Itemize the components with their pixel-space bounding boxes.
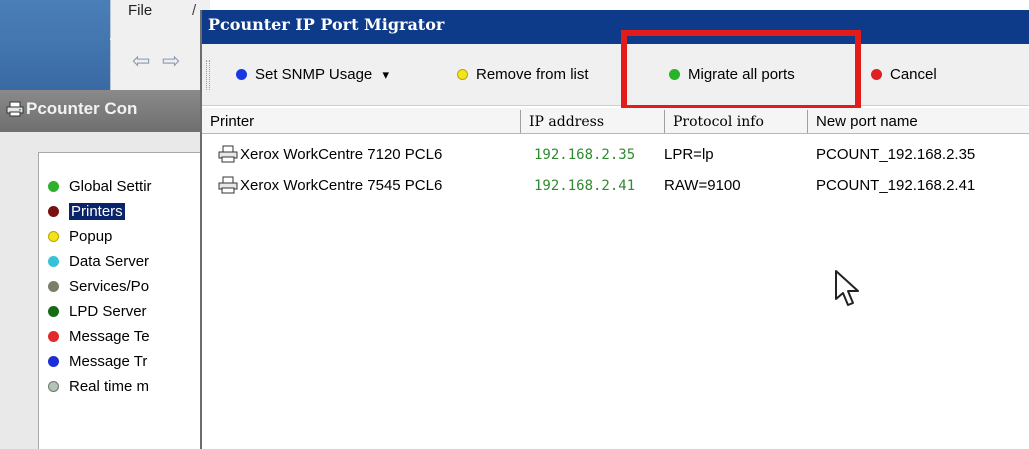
console-nav-label: Data Server [69,253,150,270]
console-nav-label: Global Settir [69,178,152,195]
remove-from-list-button[interactable]: Remove from list [457,60,616,90]
console-nav-label: Message Tr [69,353,148,370]
mouse-cursor-icon [835,270,859,306]
console-nav-item[interactable]: Real time m [48,376,149,398]
blue-dot-icon [236,69,247,80]
yellow-dot-icon [457,69,468,80]
status-dot-icon [48,231,59,242]
menu-file[interactable]: File [128,2,152,19]
dialog-title: Pcounter IP Port Migrator [208,15,445,34]
remove-label: Remove from list [476,66,589,83]
status-dot-icon [48,356,59,367]
ip-address: 192.168.2.35 [534,147,636,163]
console-nav-item[interactable]: Services/Po [48,276,149,298]
printer-icon [218,176,238,194]
status-dot-icon [48,206,59,217]
console-nav-item[interactable]: Message Te [48,326,150,348]
console-nav-label: Message Te [69,328,150,345]
ip-address: 192.168.2.41 [534,178,636,194]
console-nav-item[interactable]: Data Server [48,251,149,273]
protocol-info: RAW=9100 [664,177,741,194]
back-arrow-icon[interactable]: ⇦ [132,50,158,74]
console-nav-label: LPD Server [69,303,147,320]
status-dot-icon [48,381,59,392]
column-header-printer[interactable]: Printer [202,110,520,134]
column-header-ip[interactable]: IP address [521,110,664,134]
table-row[interactable]: Xerox WorkCentre 7120 PCL6 192.168.2.35 … [202,142,1029,168]
console-nav-label: Popup [69,228,113,245]
cancel-label: Cancel [890,66,937,83]
protocol-info: LPR=lp [664,146,714,163]
highlight-box [621,30,861,111]
new-port-name: PCOUNT_192.168.2.41 [816,177,976,194]
table-row[interactable]: Xerox WorkCentre 7545 PCL6 192.168.2.41 … [202,173,1029,199]
console-nav-item[interactable]: Global Settir [48,176,152,198]
printer-icon [6,101,24,117]
console-nav-label: Services/Po [69,278,150,295]
status-dot-icon [48,331,59,342]
console-title: Pcounter Con [26,99,138,118]
console-nav-item[interactable]: LPD Server [48,301,147,323]
status-dot-icon [48,306,59,317]
column-header-protocol[interactable]: Protocol info [665,110,807,134]
status-dot-icon [48,256,59,267]
toolbar-grip[interactable] [206,60,210,90]
new-port-name: PCOUNT_192.168.2.35 [816,146,976,163]
forward-arrow-icon[interactable]: ⇨ [162,50,188,74]
console-nav-label: Printers [69,203,125,220]
printer-name: Xerox WorkCentre 7120 PCL6 [240,146,443,163]
set-snmp-label: Set SNMP Usage [255,66,373,83]
printer-name: Xerox WorkCentre 7545 PCL6 [240,177,443,194]
console-nav-toolbar [110,40,210,90]
console-nav-item[interactable]: Popup [48,226,112,248]
red-dot-icon [871,69,882,80]
console-nav-item[interactable]: Message Tr [48,351,147,373]
printer-icon [218,145,238,163]
set-snmp-usage-button[interactable]: Set SNMP Usage ▾ [236,60,389,90]
console-nav-item[interactable]: Printers [48,201,125,223]
console-blue-strip [0,0,110,90]
status-dot-icon [48,281,59,292]
chevron-down-icon[interactable]: ▾ [382,67,389,82]
status-dot-icon [48,181,59,192]
console-nav-label: Real time m [69,378,150,395]
menu-next[interactable]: / [192,2,196,19]
column-header-new-port[interactable]: New port name [808,110,1029,134]
cancel-button[interactable]: Cancel [871,60,937,90]
